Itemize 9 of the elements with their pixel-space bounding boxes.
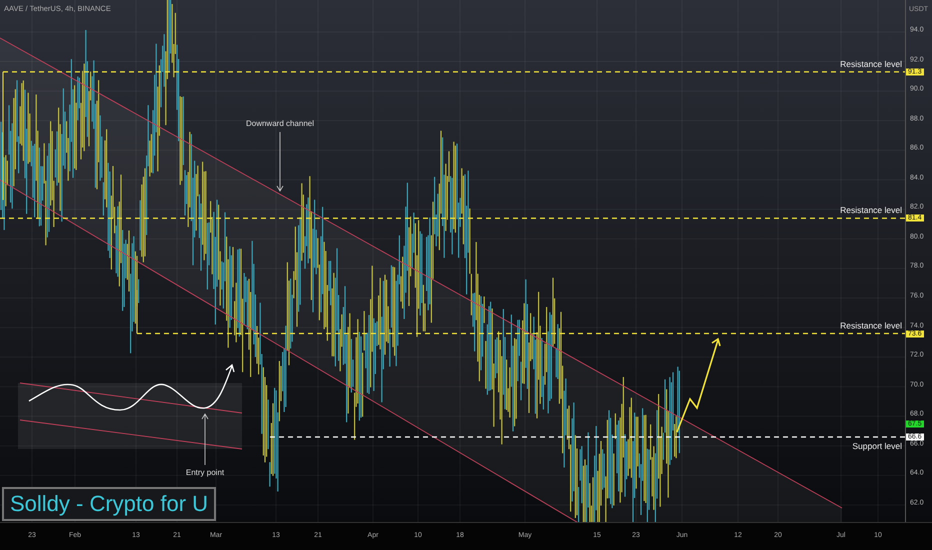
annotation-label: Downward channel (246, 119, 314, 128)
level-label: Resistance level (840, 320, 902, 330)
level-label: Support level (852, 440, 902, 451)
branding-label: Solldy - Crypto for U (2, 487, 216, 521)
annotation-label: Entry point (186, 468, 224, 477)
annotation-arrow (276, 132, 284, 192)
level-label: Resistance level (840, 58, 902, 69)
level-label: Resistance level (840, 205, 902, 216)
annotation-arrow (202, 413, 208, 466)
